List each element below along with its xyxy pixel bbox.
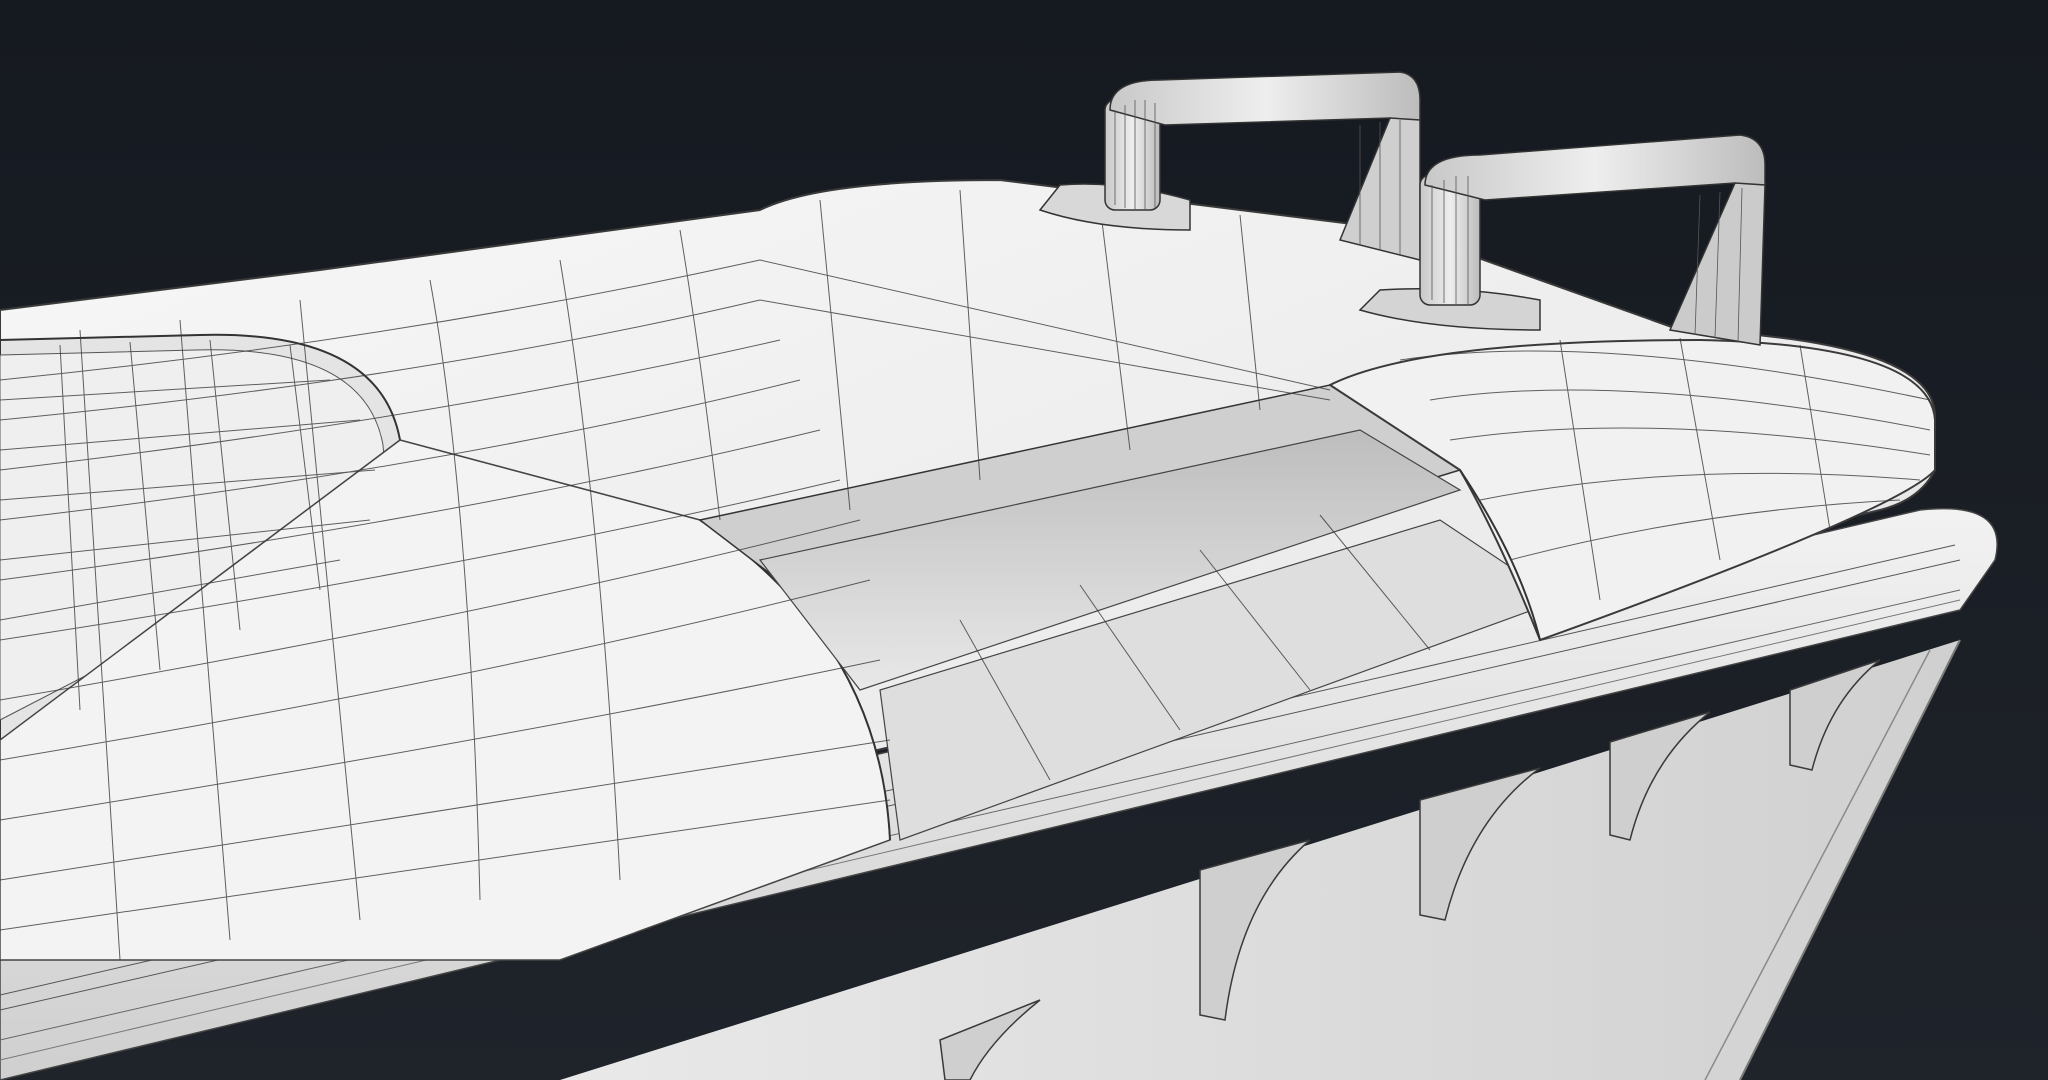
render-viewport: [0, 0, 2048, 1080]
wireframe-render: [0, 0, 2048, 1080]
